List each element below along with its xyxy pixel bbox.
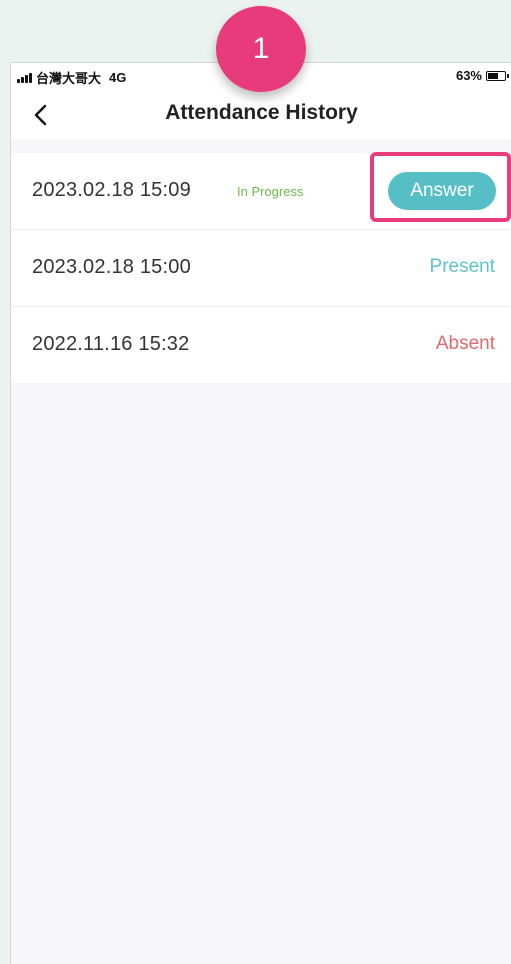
record-datetime: 2022.11.16 15:32 xyxy=(32,333,190,355)
attendance-row: 2022.11.16 15:32 Absent xyxy=(11,307,511,383)
record-status: Present xyxy=(429,256,495,277)
page-title: Attendance History xyxy=(165,101,358,124)
step-number-badge: 1 xyxy=(216,6,306,92)
status-badge: In Progress xyxy=(237,184,304,199)
battery-icon xyxy=(486,70,509,81)
network-type: 4G xyxy=(109,70,127,85)
signal-icon xyxy=(17,72,32,83)
carrier-name: 台灣大哥大 xyxy=(36,71,102,86)
phone-screen: 台灣大哥大 4G 63% Attendance History 2023.02.… xyxy=(10,62,511,964)
attendance-row: 2023.02.18 15:00 Present xyxy=(11,230,511,307)
status-left: 台灣大哥大 4G xyxy=(17,68,126,87)
status-right: 63% xyxy=(455,68,509,83)
record-status: Absent xyxy=(435,333,495,354)
nav-bar: Attendance History xyxy=(11,91,511,139)
record-datetime: 2023.02.18 15:00 xyxy=(32,256,191,278)
record-datetime: 2023.02.18 15:09 xyxy=(32,179,191,201)
attendance-row: 2023.02.18 15:09 In Progress Answer xyxy=(11,153,511,230)
attendance-list: 2023.02.18 15:09 In Progress Answer 2023… xyxy=(11,153,511,383)
answer-button[interactable]: Answer xyxy=(388,172,496,210)
battery-percent: 63% xyxy=(455,68,482,83)
